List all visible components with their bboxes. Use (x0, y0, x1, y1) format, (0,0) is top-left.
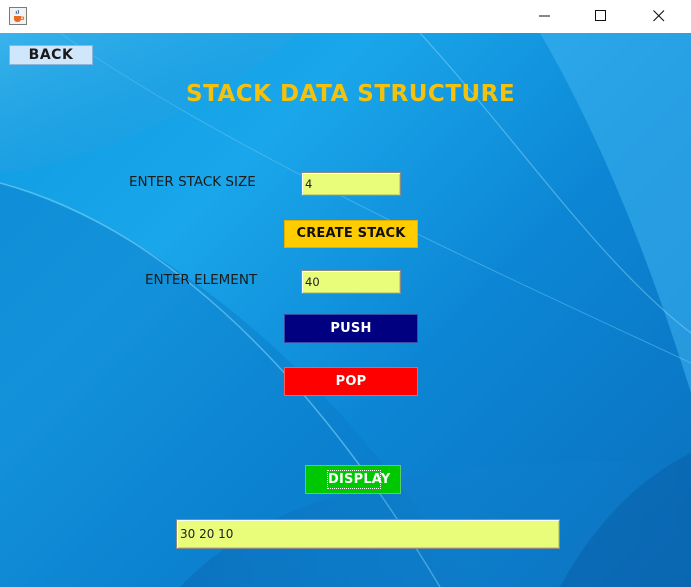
display-button[interactable]: DISPLAY (305, 465, 401, 494)
java-cup-icon[interactable] (9, 7, 27, 25)
minimize-icon (539, 15, 550, 17)
maximize-button[interactable] (578, 0, 624, 32)
create-stack-button[interactable]: CREATE STACK (284, 220, 418, 248)
back-button[interactable]: BACK (9, 45, 93, 65)
close-icon (653, 10, 665, 22)
push-button[interactable]: PUSH (284, 314, 418, 343)
stack-output-field[interactable]: 30 20 10 (176, 519, 560, 549)
pop-button[interactable]: POP (284, 367, 418, 396)
maximize-icon (595, 10, 606, 21)
close-button[interactable] (636, 0, 682, 32)
stack-size-label: ENTER STACK SIZE (129, 174, 256, 190)
display-button-label: DISPLAY (327, 470, 391, 489)
title-bar[interactable] (0, 0, 691, 32)
stack-size-input[interactable]: 4 (301, 172, 401, 196)
page-title: STACK DATA STRUCTURE (186, 81, 516, 107)
main-panel: BACK STACK DATA STRUCTURE ENTER STACK SI… (0, 33, 691, 587)
app-window: BACK STACK DATA STRUCTURE ENTER STACK SI… (0, 0, 691, 587)
element-label: ENTER ELEMENT (145, 272, 258, 288)
element-input[interactable]: 40 (301, 270, 401, 294)
background-wallpaper (0, 33, 691, 587)
minimize-button[interactable] (522, 0, 568, 32)
